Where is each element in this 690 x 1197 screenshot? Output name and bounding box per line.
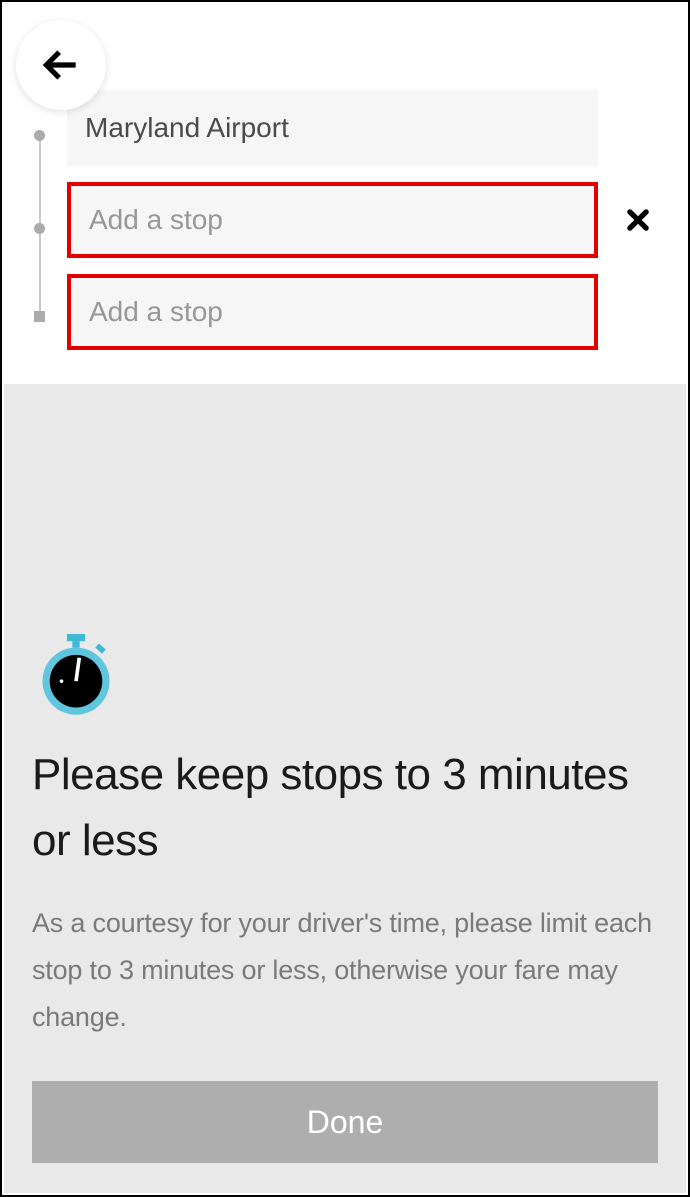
timeline-connector [39, 141, 41, 223]
origin-row [67, 90, 668, 166]
remove-stop-button[interactable] [608, 190, 668, 250]
timeline-dot-icon [34, 223, 45, 234]
stops-entry-section [2, 2, 688, 380]
stops-timeline [12, 90, 67, 322]
timeline-destination-icon [34, 311, 45, 322]
stopwatch-icon [36, 634, 116, 716]
info-body: As a courtesy for your driver's time, pl… [32, 900, 658, 1042]
back-button[interactable] [16, 20, 106, 110]
timeline-connector [39, 234, 41, 311]
info-title: Please keep stops to 3 minutes or less [32, 742, 658, 874]
origin-input[interactable] [67, 90, 598, 166]
timeline-dot-icon [34, 130, 45, 141]
close-icon [624, 206, 652, 234]
stop-row-1 [67, 182, 668, 258]
stops-fields [67, 90, 678, 350]
stops-container [12, 90, 678, 350]
stop-row-2 [67, 274, 668, 350]
back-arrow-icon [39, 43, 83, 87]
done-button[interactable]: Done [32, 1081, 658, 1163]
info-panel: Please keep stops to 3 minutes or less A… [4, 384, 686, 1193]
add-stop-input-1[interactable] [67, 182, 598, 258]
add-stop-input-2[interactable] [67, 274, 598, 350]
